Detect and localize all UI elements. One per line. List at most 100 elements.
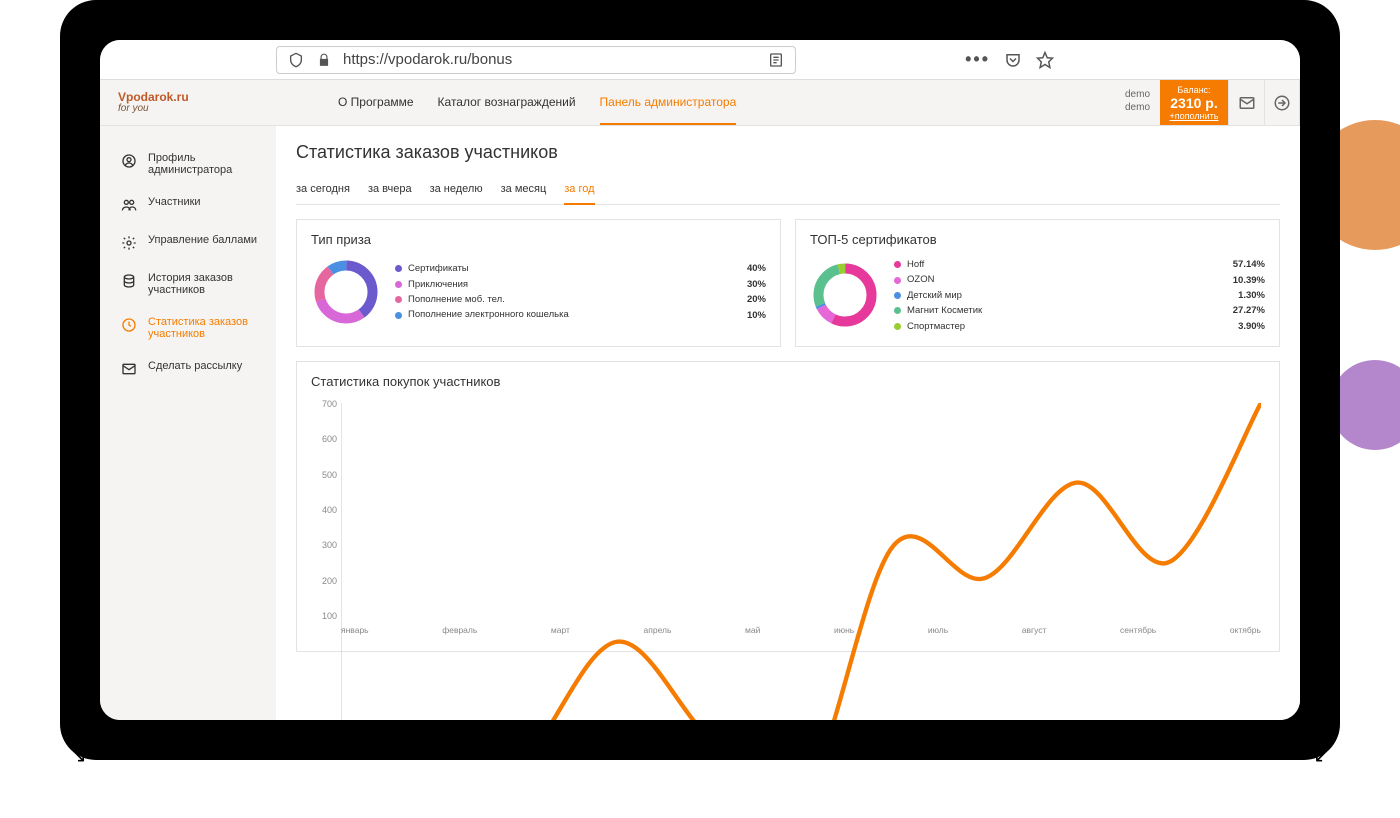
legend-top5: Hoff57.14%OZON10.39%Детский мир1.30%Магн… [894,257,1265,334]
x-tick: июль [928,625,948,639]
legend-value: 10.39% [1221,275,1265,286]
sidebar-item-label: Сделать рассылку [148,360,242,372]
sidebar-item-label: Статистика заказов участников [148,316,270,340]
legend-value: 30% [722,279,766,290]
user-line1: demo [1125,88,1150,101]
address-bar[interactable]: https://vpodarok.ru/bonus [276,46,796,74]
y-tick: 300 [311,540,337,550]
balance-block[interactable]: Баланс: 2310 р. +пополнить [1160,80,1228,125]
header-right: demo demo Баланс: 2310 р. +пополнить [1115,80,1300,125]
line-plot [341,403,1261,720]
legend-dot [894,307,901,314]
balance-amount: 2310 р. [1168,95,1220,111]
device-frame: https://vpodarok.ru/bonus ••• Vpodarok.r… [60,0,1340,760]
sidebar: Профиль администратора Участники Управлени… [100,126,276,720]
legend-value: 3.90% [1221,321,1265,332]
card-title: ТОП-5 сертификатов [810,232,1265,247]
y-axis: 700600500400300200100 [311,399,337,621]
balance-topup: +пополнить [1168,111,1220,121]
legend-row: OZON 10.39% [894,272,1265,287]
y-tick: 700 [311,399,337,409]
user-circle-icon [120,152,138,170]
sidebar-item[interactable]: Статистика заказов участников [120,306,276,350]
legend-dot [395,281,402,288]
sidebar-item[interactable]: Участники [120,186,276,224]
legend-prize: Сертификаты40% Приключения 30% Пополнение м… [395,261,766,323]
user-block[interactable]: demo demo [1115,80,1160,125]
legend-label: Пополнение моб. тел. [408,294,716,305]
legend-dot [395,296,402,303]
sidebar-item[interactable]: Сделать рассылку [120,350,276,388]
sidebar-item[interactable]: Профиль администратора [120,142,276,186]
legend-label: Детский мир [907,290,1215,301]
legend-label: Приключения [408,279,716,290]
legend-row: Hoff57.14% [894,257,1265,272]
sidebar-item[interactable]: Управление баллами [120,224,276,262]
legend-row: Спортмастер 3.90% [894,319,1265,334]
y-tick: 600 [311,434,337,444]
history-icon [120,272,138,290]
logo[interactable]: Vpodarok.rufor you [118,91,188,114]
legend-dot [894,292,901,299]
period-tab[interactable]: за вчера [368,177,412,204]
legend-dot [395,265,402,272]
clock-icon [120,316,138,334]
legend-dot [894,277,901,284]
donut-chart-top5 [810,260,880,330]
nav-item[interactable]: Панель администратора [600,81,737,125]
legend-dot [894,261,901,268]
lock-icon [315,51,333,69]
browser-toolbar: https://vpodarok.ru/bonus ••• [100,40,1300,80]
x-tick: сентябрь [1120,625,1156,639]
legend-row: Сертификаты40% [395,261,766,276]
legend-value: 40% [722,263,766,274]
user-line2: demo [1125,101,1150,114]
pocket-icon[interactable] [1004,51,1022,69]
x-tick: январь [341,625,369,639]
period-tab[interactable]: за месяц [501,177,547,204]
legend-value: 10% [722,310,766,321]
y-tick: 200 [311,576,337,586]
more-icon[interactable]: ••• [965,49,990,70]
legend-label: Спортмастер [907,321,1215,332]
sidebar-item-label: Профиль администратора [148,152,270,176]
logout-icon[interactable] [1264,80,1300,125]
card-prize-type: Тип приза Сертификаты40% Приключения 30% По… [296,219,781,347]
balance-label: Баланс: [1168,85,1220,95]
period-tab[interactable]: за сегодня [296,177,350,204]
legend-label: Пополнение электронного кошелька [408,309,716,320]
period-tab[interactable]: за год [564,177,594,205]
messages-icon[interactable] [1228,80,1264,125]
legend-row: Приключения 30% [395,277,766,292]
card-line-chart: Статистика покупок участников 7006005004… [296,361,1280,652]
legend-value: 27.27% [1221,305,1265,316]
x-tick: июнь [834,625,854,639]
legend-dot [395,312,402,319]
x-tick: октябрь [1230,625,1261,639]
browser-window: https://vpodarok.ru/bonus ••• Vpodarok.r… [100,40,1300,720]
decorative-circle-purple [1330,360,1400,450]
nav-item[interactable]: Каталог вознаграждений [438,81,576,125]
x-tick: март [551,625,570,639]
period-tabs: за сегодня за вчера за неделю за месяц за го… [296,177,1280,205]
reader-icon[interactable] [767,51,785,69]
sidebar-item[interactable]: История заказов участников [120,262,276,306]
mail-icon [120,360,138,378]
nav-item[interactable]: О Программе [338,81,414,125]
sidebar-item-label: Управление баллами [148,234,257,246]
period-tab[interactable]: за неделю [430,177,483,204]
gear-icon [120,234,138,252]
legend-label: Hoff [907,259,1215,270]
chart-title: Статистика покупок участников [311,374,1265,389]
star-icon[interactable] [1036,51,1054,69]
legend-row: Магнит Косметик 27.27% [894,303,1265,318]
url-text: https://vpodarok.ru/bonus [343,51,757,68]
legend-label: OZON [907,274,1215,285]
main-content: Статистика заказов участников за сегодня… [276,126,1300,720]
x-axis: январьфевральмартапрельмайиюньиюльавгуст… [341,625,1261,639]
card-top5: ТОП-5 сертификатов Hoff57.14% OZON 10.39% Д… [795,219,1280,347]
sidebar-item-label: Участники [148,196,201,208]
card-title: Тип приза [311,232,766,247]
legend-label: Магнит Косметик [907,305,1215,316]
x-tick: апрель [644,625,672,639]
